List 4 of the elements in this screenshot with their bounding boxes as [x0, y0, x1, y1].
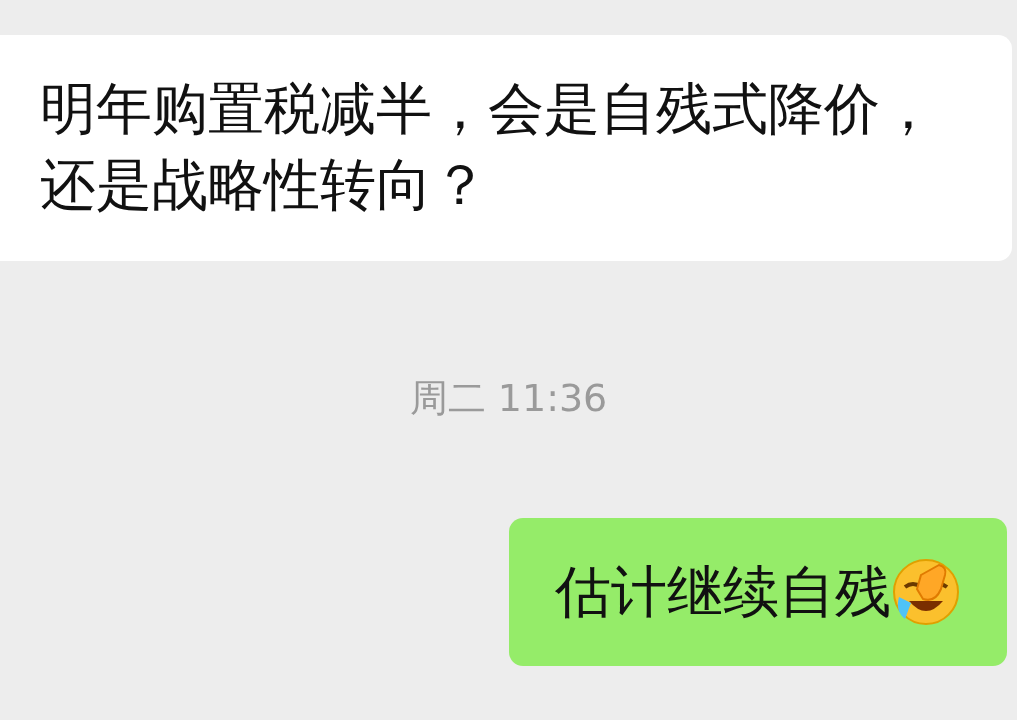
message-bubble: 明年购置税减半，会是自残式降价，还是战略性转向？ — [0, 35, 1012, 261]
facepalm-emoji-icon — [891, 557, 961, 627]
message-text: 估计继续自残 — [555, 558, 891, 626]
timestamp: 周二 11:36 — [409, 375, 608, 422]
